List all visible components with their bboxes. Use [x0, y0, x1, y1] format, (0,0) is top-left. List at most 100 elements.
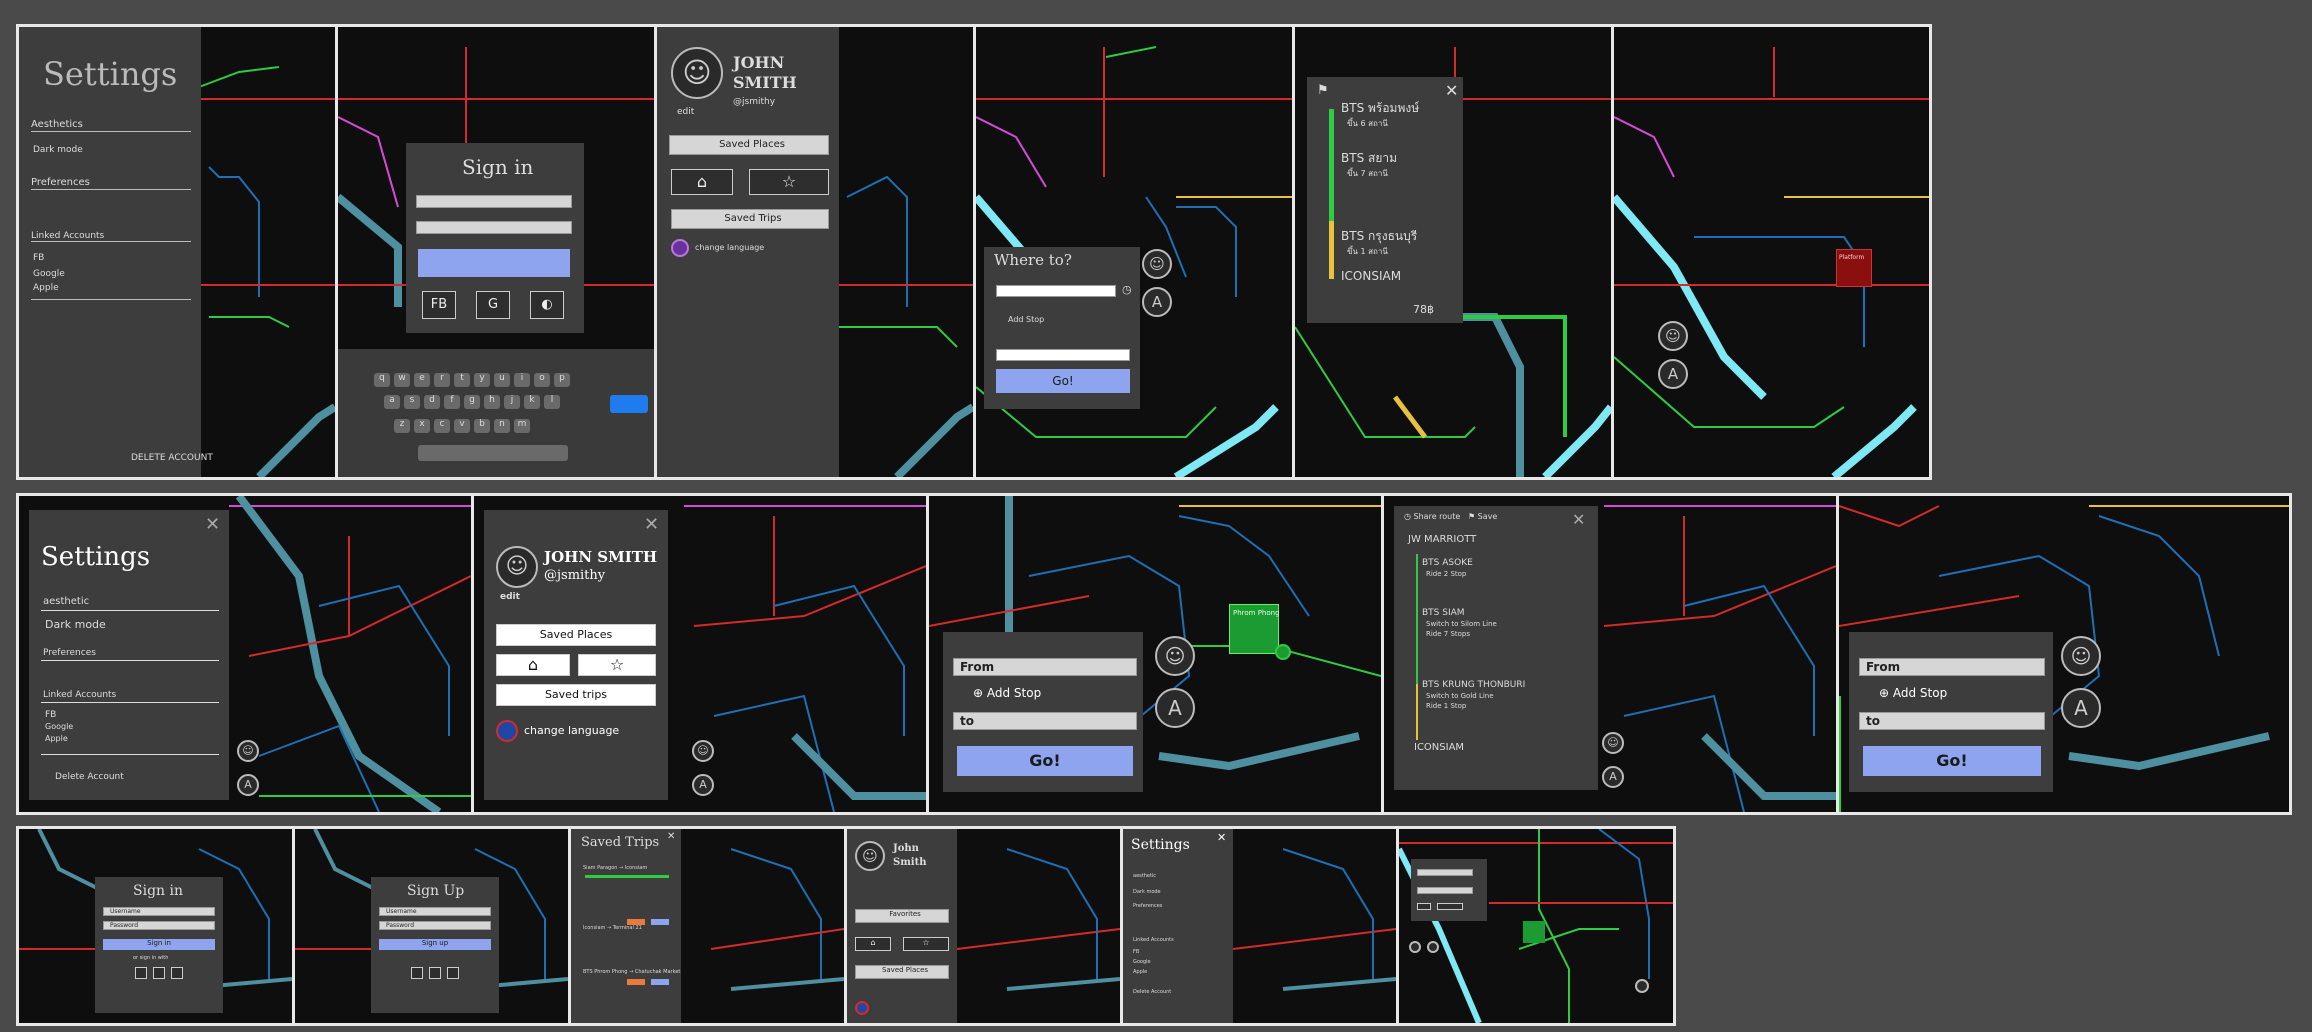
username-field[interactable]: Username: [103, 907, 215, 916]
flag-icon[interactable]: [671, 239, 689, 257]
compass-button[interactable]: A: [1602, 766, 1624, 788]
google-login-button[interactable]: G: [476, 291, 510, 319]
delete-account-link[interactable]: Delete Account: [55, 772, 124, 782]
key-l[interactable]: l: [544, 395, 560, 409]
account-button[interactable]: ☺: [237, 740, 259, 762]
settings-preferences-label[interactable]: Preferences: [1133, 903, 1162, 909]
linked-account-google[interactable]: Google: [1133, 959, 1151, 965]
fb-login-button[interactable]: [411, 967, 423, 979]
add-stop-button[interactable]: ⊕ Add Stop: [1879, 686, 1947, 700]
add-stop-button[interactable]: Add Stop: [1008, 315, 1044, 324]
delete-account-link[interactable]: DELETE ACCOUNT: [131, 453, 213, 463]
station-popup[interactable]: [1523, 921, 1545, 943]
key-v[interactable]: v: [454, 419, 470, 433]
password-field[interactable]: Password: [379, 921, 491, 930]
settings-dark-mode[interactable]: Dark mode: [33, 145, 83, 155]
apple-login-button[interactable]: [447, 967, 459, 979]
key-t[interactable]: t: [454, 373, 470, 387]
key-s[interactable]: s: [404, 395, 420, 409]
settings-aesthetics-label[interactable]: aesthetic: [43, 596, 89, 607]
home-place-button[interactable]: ⌂: [496, 654, 570, 676]
settings-aesthetics-label[interactable]: aesthetic: [1133, 873, 1156, 879]
from-field[interactable]: From: [953, 658, 1137, 676]
saved-trip-1[interactable]: Siam Paragon → Iconsiam: [583, 865, 647, 871]
username-field[interactable]: Username: [379, 907, 491, 916]
edit-profile-link[interactable]: edit: [500, 592, 520, 602]
save-trip-button[interactable]: [1417, 903, 1431, 910]
saved-trips-button[interactable]: Saved Trips: [671, 209, 829, 229]
saved-places-button[interactable]: Saved Places: [669, 135, 829, 155]
saved-places-button[interactable]: Saved Places: [855, 965, 949, 979]
compass-button[interactable]: [1427, 941, 1439, 953]
key-space[interactable]: [418, 445, 568, 461]
flag-icon[interactable]: [855, 1001, 869, 1015]
key-m[interactable]: m: [514, 419, 530, 433]
signup-submit-button[interactable]: Sign up: [379, 939, 491, 950]
to-field[interactable]: to: [1859, 712, 2045, 730]
key-j[interactable]: j: [504, 395, 520, 409]
key-g[interactable]: g: [464, 395, 480, 409]
username-field[interactable]: [416, 195, 572, 208]
compass-button[interactable]: A: [1155, 688, 1195, 728]
home-place-button[interactable]: ⌂: [671, 169, 733, 195]
home-place-button[interactable]: ⌂: [855, 937, 891, 951]
bookmark-icon[interactable]: ⚑: [1317, 83, 1329, 98]
go-button[interactable]: Go!: [996, 369, 1130, 393]
compass-button[interactable]: A: [1658, 359, 1688, 389]
key-c[interactable]: c: [434, 419, 450, 433]
settings-dark-mode[interactable]: Dark mode: [1133, 889, 1161, 895]
compass-button[interactable]: A: [237, 774, 259, 796]
password-field[interactable]: Password: [103, 921, 215, 930]
linked-account-fb[interactable]: FB: [45, 710, 56, 720]
change-language-link[interactable]: change language: [524, 724, 619, 737]
account-button[interactable]: ☺: [1155, 636, 1195, 676]
close-icon[interactable]: ✕: [1217, 831, 1226, 844]
save-trip-link[interactable]: Save: [1478, 512, 1498, 521]
delete-account-link[interactable]: Delete Account: [1133, 989, 1171, 995]
linked-account-google[interactable]: Google: [45, 722, 73, 731]
key-return[interactable]: [610, 395, 648, 413]
key-k[interactable]: k: [524, 395, 540, 409]
linked-account-fb[interactable]: FB: [1133, 949, 1139, 955]
signin-submit-button[interactable]: Sign in: [103, 939, 215, 950]
google-login-button[interactable]: [429, 967, 441, 979]
apple-login-button[interactable]: [171, 967, 183, 979]
work-place-button[interactable]: ☆: [749, 169, 829, 195]
share-route-link[interactable]: Share route: [1414, 512, 1461, 521]
key-p[interactable]: p: [554, 373, 570, 387]
account-button[interactable]: ☺: [1602, 732, 1624, 754]
key-b[interactable]: b: [474, 419, 490, 433]
change-language-link[interactable]: change language: [695, 243, 764, 252]
account-button[interactable]: ☺: [2061, 636, 2101, 676]
go-button[interactable]: Go!: [957, 746, 1133, 776]
key-w[interactable]: w: [394, 373, 410, 387]
key-x[interactable]: x: [414, 419, 430, 433]
saved-places-button[interactable]: Saved Places: [496, 624, 656, 646]
go-button[interactable]: Go!: [1863, 746, 2041, 776]
destination-field[interactable]: [996, 285, 1116, 297]
password-field[interactable]: [416, 221, 572, 234]
account-button[interactable]: ☺: [1658, 321, 1688, 351]
apple-login-button[interactable]: ◐: [530, 291, 564, 319]
key-n[interactable]: n: [494, 419, 510, 433]
linked-account-apple[interactable]: Apple: [45, 734, 68, 743]
close-icon[interactable]: ✕: [1572, 510, 1585, 529]
close-icon[interactable]: ✕: [1445, 81, 1458, 100]
key-r[interactable]: r: [434, 373, 450, 387]
key-y[interactable]: y: [474, 373, 490, 387]
fb-login-button[interactable]: FB: [422, 291, 456, 319]
compass-button[interactable]: A: [692, 774, 714, 796]
avatar-icon[interactable]: ☺: [496, 546, 538, 588]
key-q[interactable]: q: [374, 373, 390, 387]
close-icon[interactable]: ✕: [667, 831, 675, 842]
station-info-popup[interactable]: Platform: [1836, 249, 1872, 287]
linked-account-apple[interactable]: Apple: [33, 283, 59, 293]
to-field[interactable]: [1417, 887, 1473, 894]
compass-button[interactable]: [1635, 979, 1649, 993]
avatar-icon[interactable]: ☺: [671, 47, 723, 99]
settings-aesthetics-label[interactable]: Aesthetics: [31, 119, 83, 130]
saved-trip-3[interactable]: BTS Phrom Phong → Chatuchak Market: [583, 969, 680, 975]
favorites-button[interactable]: Favorites: [855, 909, 949, 923]
account-button[interactable]: ☺: [1142, 249, 1172, 279]
station-marker[interactable]: [1275, 644, 1291, 660]
